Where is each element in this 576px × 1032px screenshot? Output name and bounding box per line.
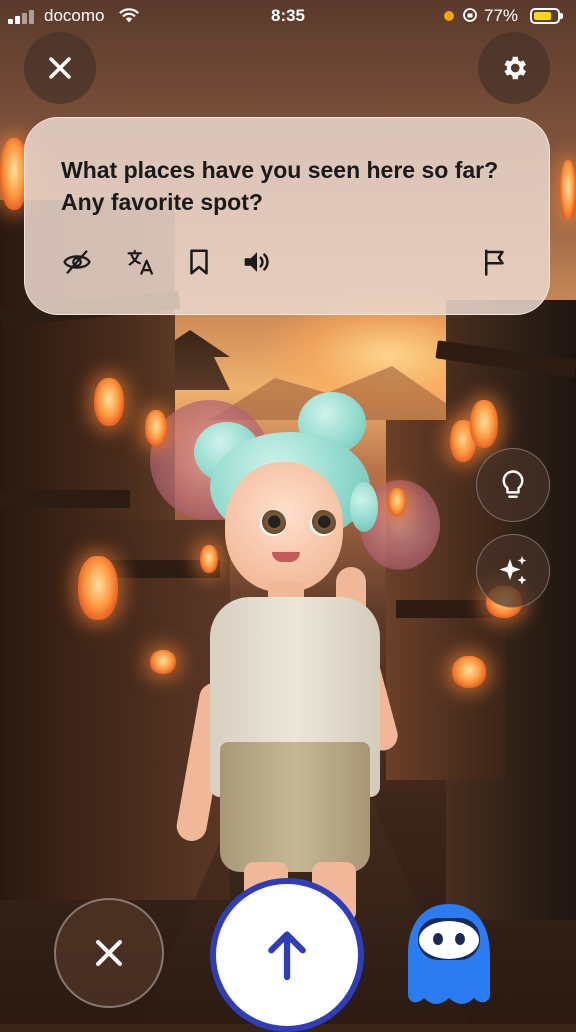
hide-text-button[interactable] <box>61 246 93 278</box>
translate-icon <box>127 249 154 275</box>
gear-icon <box>504 56 526 80</box>
status-bar: docomo 8:35 77% <box>0 0 576 32</box>
sparkles-icon <box>499 556 527 585</box>
speaker-button[interactable] <box>241 246 273 278</box>
avatar-character <box>174 392 410 922</box>
hint-lightbulb-icon <box>502 470 524 498</box>
settings-button[interactable] <box>478 32 550 104</box>
battery-percent: 77% <box>484 6 519 25</box>
orientation-lock-icon <box>463 8 477 22</box>
close-button[interactable] <box>24 32 96 104</box>
send-button[interactable] <box>210 878 364 1032</box>
report-button[interactable] <box>479 246 511 278</box>
battery-icon <box>530 8 563 24</box>
bookmark-icon <box>190 249 208 275</box>
arrow-up-icon <box>268 931 306 981</box>
speaker-icon <box>244 252 269 272</box>
hint-button[interactable] <box>476 448 550 522</box>
translate-button[interactable] <box>125 246 157 278</box>
close-icon <box>49 57 71 79</box>
hide-text-icon <box>63 250 91 274</box>
sparkles-button[interactable] <box>476 534 550 608</box>
cancel-button[interactable] <box>54 898 164 1008</box>
bookmark-button[interactable] <box>183 246 215 278</box>
report-flag-icon <box>485 249 504 276</box>
message-card: What places have you seen here so far? A… <box>24 117 550 315</box>
mascot-assistant-button[interactable] <box>396 898 502 1008</box>
privacy-indicator-dot <box>444 11 454 21</box>
question-text: What places have you seen here so far? A… <box>61 157 499 215</box>
close-icon <box>96 940 122 966</box>
